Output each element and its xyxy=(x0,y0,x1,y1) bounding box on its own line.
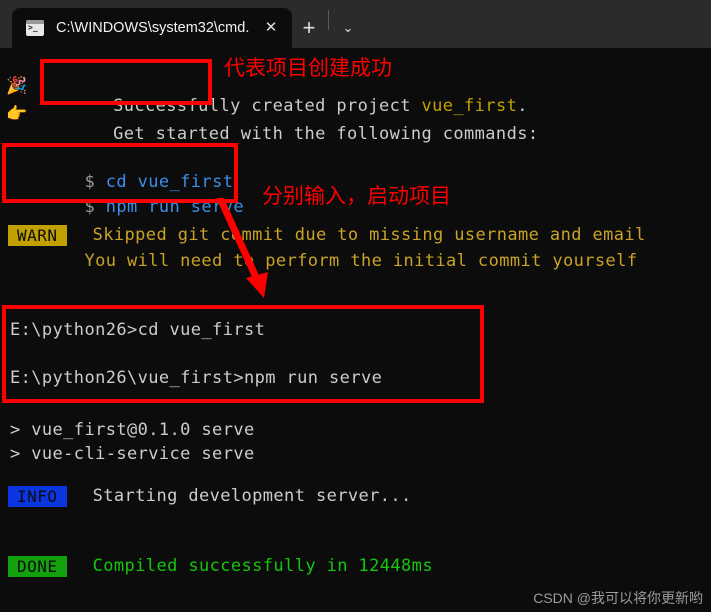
new-tab-button[interactable]: + xyxy=(292,8,326,48)
prompt-npm-line: E:\python26\vue_first>npm run serve xyxy=(10,368,383,388)
note-success: 代表项目创建成功 xyxy=(224,56,392,80)
terminal-window: C:\WINDOWS\system32\cmd. ✕ + ⌄ 🎉 Success… xyxy=(0,0,711,612)
note-commands: 分别输入，启动项目 xyxy=(262,184,451,208)
done-line: Compiled successfully in 12448ms xyxy=(82,556,433,576)
info-badge: INFO xyxy=(8,486,67,507)
tab-cmd[interactable]: C:\WINDOWS\system32\cmd. ✕ xyxy=(12,8,292,48)
party-popper-icon: 🎉 xyxy=(6,76,28,96)
prompt-cd-line: E:\python26>cd vue_first xyxy=(10,320,266,340)
tab-title: C:\WINDOWS\system32\cmd. xyxy=(56,20,250,36)
done-badge: DONE xyxy=(8,556,67,577)
title-bar: C:\WINDOWS\system32\cmd. ✕ + ⌄ xyxy=(0,0,711,48)
close-icon[interactable]: ✕ xyxy=(256,13,286,43)
toolbar-divider xyxy=(328,10,329,30)
npm-script-line: > vue_first@0.1.0 serve xyxy=(10,420,255,440)
chevron-down-icon[interactable]: ⌄ xyxy=(331,8,365,48)
pointing-finger-icon: 👉 xyxy=(6,104,28,124)
watermark: CSDN @我可以将你更新哟 xyxy=(533,590,703,606)
warn-badge: WARN xyxy=(8,225,67,246)
terminal-output[interactable]: 🎉 Successfully created project vue_first… xyxy=(0,48,711,612)
info-line: Starting development server... xyxy=(82,486,412,506)
npm-exec-line: > vue-cli-service serve xyxy=(10,444,255,464)
get-started-text: Get started with the following commands: xyxy=(91,124,539,144)
cmd-npm-text: npm run serve xyxy=(105,197,244,217)
terminal-icon xyxy=(26,20,44,36)
warn-line-1: Skipped git commit due to missing userna… xyxy=(82,225,646,245)
warn-line-2: You will need to perform the initial com… xyxy=(10,251,638,271)
prompt-dollar-2: $ xyxy=(73,197,106,217)
